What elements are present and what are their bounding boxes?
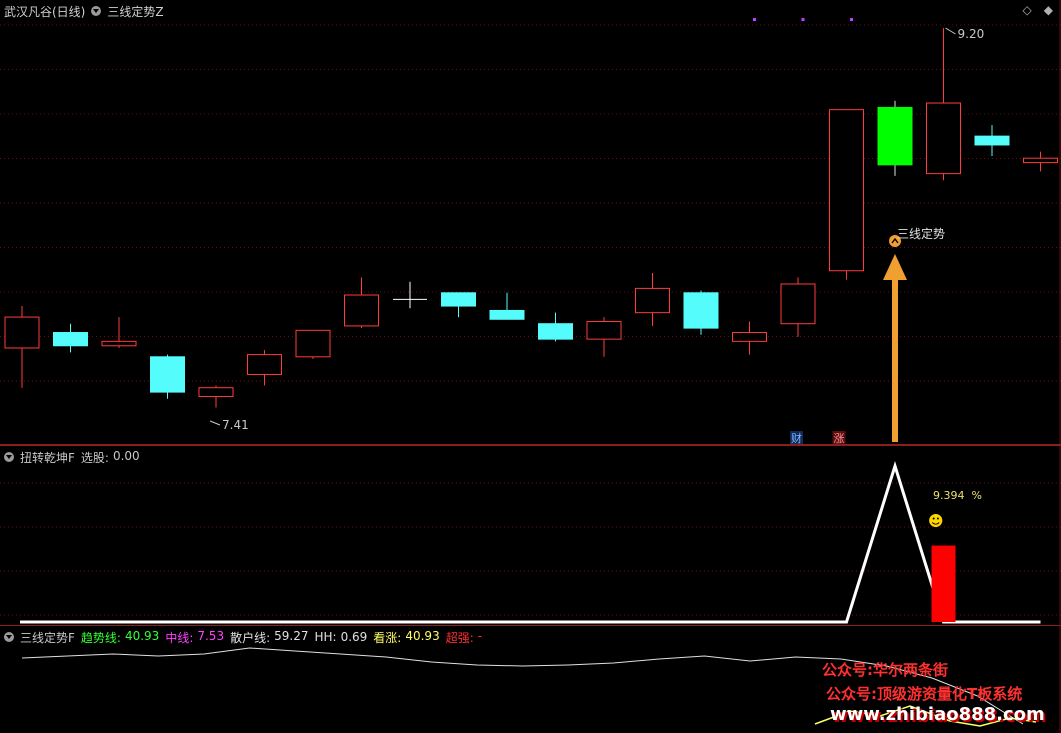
reversal-bar — [931, 545, 956, 622]
corner-icons: ◇ ◆ — [1023, 3, 1053, 17]
candle-body — [829, 109, 864, 272]
main-indicator-name: 三线定势Z — [107, 4, 164, 19]
hh-readout: HH: 0.69 — [314, 630, 367, 644]
candle-body — [344, 294, 379, 327]
sub1-dropdown-icon[interactable] — [4, 452, 14, 462]
candle — [344, 277, 379, 329]
retail-readout: 散户线: 59.27 — [230, 629, 308, 646]
candle — [53, 323, 88, 353]
sub1-chart[interactable] — [0, 446, 1061, 626]
high-pointer — [945, 27, 956, 35]
candle-body — [53, 332, 88, 347]
low-pointer — [209, 420, 221, 426]
candle-body — [877, 106, 913, 166]
trend-value: 40.93 — [124, 628, 160, 643]
mid-value: 7.53 — [197, 628, 225, 643]
candle — [295, 329, 331, 360]
candle — [538, 312, 573, 342]
main-chart-panel[interactable]: 9.20 7.41 三线定势财 涨 武汉凡谷(日线) 三线定势Z ◇ ◆ — [0, 0, 1061, 445]
candle-body — [926, 102, 961, 175]
main-header: 武汉凡谷(日线) 三线定势Z — [4, 3, 164, 19]
sub2-dropdown-icon[interactable] — [4, 632, 14, 642]
candle — [877, 100, 913, 176]
select-label: 选股: — [80, 450, 109, 465]
candle — [780, 277, 816, 337]
candle-body — [4, 316, 40, 349]
candle — [829, 109, 864, 280]
candle — [635, 272, 670, 326]
watermark-line-2: 公众号:顶级游资量化T板系统 — [826, 685, 1023, 703]
signal-dot — [753, 18, 756, 21]
candle-body — [247, 354, 282, 375]
candle — [441, 292, 476, 318]
candle — [732, 321, 767, 355]
mid-readout: 中线: 7.53 — [165, 629, 224, 646]
kanzhang-value: 40.93 — [405, 628, 440, 643]
candle-body — [489, 309, 525, 320]
candle-body — [538, 323, 573, 340]
sub2-header: 三线定势F 趋势线: 40.93 中线: 7.53 散户线: 59.27 HH:… — [4, 629, 482, 645]
chaoqiang-readout: 超强: - — [446, 629, 482, 646]
indicator-dropdown-icon[interactable] — [91, 6, 102, 16]
signal-arrow — [883, 254, 907, 442]
candle-body — [150, 356, 185, 393]
retail-label: 散户线: — [230, 630, 271, 645]
kanzhang-readout: 看涨: 40.93 — [373, 629, 439, 646]
kanzhang-label: 看涨: — [373, 630, 402, 645]
badge-zhang-text: 涨 — [834, 432, 845, 445]
high-label: 9.20 — [958, 27, 985, 41]
candle-body — [198, 387, 234, 398]
candle-body — [732, 332, 767, 342]
candle-body — [683, 292, 719, 329]
low-label: 7.41 — [222, 418, 249, 432]
candle-body — [635, 287, 670, 314]
sub2-indicator-name: 三线定势F — [20, 630, 75, 645]
sub-chart-panel-1[interactable]: 扭转乾坤F 选股: 0.00 9.394 % ☻ — [0, 445, 1061, 626]
candle — [393, 281, 427, 309]
signal-dot — [801, 18, 805, 21]
candlestick-chart[interactable]: 9.20 7.41 三线定势财 涨 — [0, 0, 1061, 445]
signal-dot — [850, 18, 853, 21]
candle-body — [441, 292, 476, 307]
retail-value: 59.27 — [274, 628, 309, 643]
select-readout: 选股: 0.00 — [81, 449, 140, 466]
candle — [683, 290, 719, 335]
badge-cai-text: 财 — [791, 431, 802, 445]
chaoqiang-label: 超强: — [445, 630, 474, 645]
reversal-line — [20, 460, 1041, 624]
candle-body — [295, 329, 331, 358]
diamond-icon[interactable]: ◇ — [1023, 3, 1032, 17]
sub1-indicator-name: 扭转乾坤F — [20, 450, 75, 465]
candle — [926, 28, 961, 181]
candle-body — [974, 135, 1010, 146]
candle — [101, 317, 137, 348]
watermark-line-1: 公众号:华尔两条街 — [822, 661, 948, 679]
candle-body — [586, 320, 622, 340]
smiley-icon: ☻ — [928, 512, 944, 530]
trend-label: 趋势线: — [80, 630, 121, 645]
hh-value: 0.69 — [340, 630, 368, 644]
stock-title: 武汉凡谷(日线) — [4, 4, 86, 19]
candle — [1023, 151, 1058, 172]
candle-body — [1023, 157, 1058, 164]
candle — [974, 125, 1010, 156]
diamond-filled-icon[interactable]: ◆ — [1044, 3, 1053, 17]
trend-readout: 趋势线: 40.93 — [81, 629, 159, 646]
candle-body — [101, 340, 137, 347]
mid-label: 中线: — [165, 630, 194, 645]
watermark-line-3: www.zhibiao888.com — [830, 704, 1045, 725]
pct-label: 9.394 % — [933, 489, 982, 502]
signal-label: 三线定势 — [897, 226, 945, 241]
candle — [198, 385, 234, 408]
candle — [489, 292, 525, 320]
candle — [150, 354, 185, 399]
candle — [247, 350, 282, 386]
candle — [586, 317, 622, 357]
candle-body — [780, 283, 816, 325]
chaoqiang-value: - — [477, 628, 483, 643]
sub1-header: 扭转乾坤F 选股: 0.00 — [4, 449, 140, 465]
select-value: 0.00 — [112, 448, 140, 463]
hh-label: HH: — [314, 630, 337, 644]
candle — [4, 306, 40, 388]
